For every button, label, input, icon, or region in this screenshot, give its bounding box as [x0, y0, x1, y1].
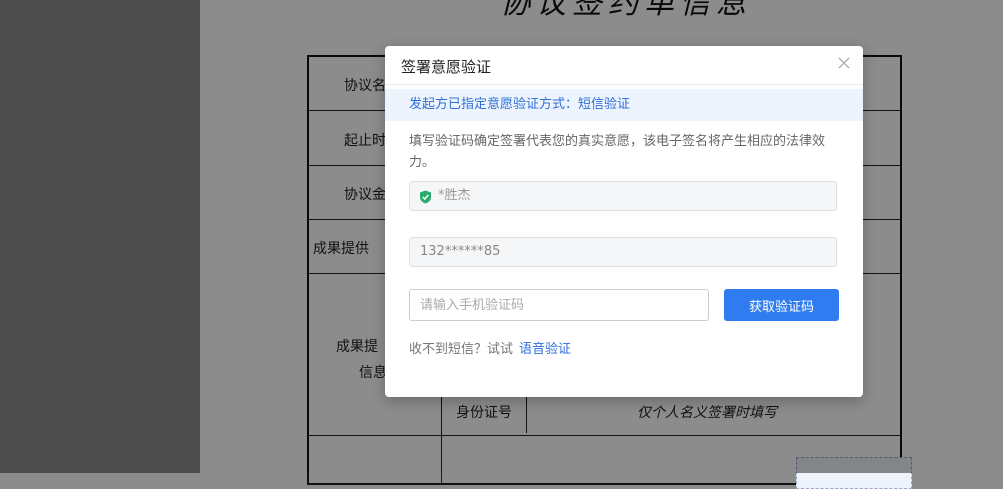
- get-code-button[interactable]: 获取验证码: [724, 289, 839, 321]
- verification-method-notice: 发起方已指定意愿验证方式：短信验证: [385, 89, 863, 121]
- phone-number-field: 132******85: [409, 237, 837, 267]
- verification-dialog: 签署意愿验证 发起方已指定意愿验证方式：短信验证 填写验证码确定签署代表您的真实…: [385, 46, 863, 397]
- shield-check-icon: [420, 190, 431, 204]
- no-sms-text: 收不到短信？试试: [409, 342, 514, 357]
- dialog-title: 签署意愿验证: [401, 58, 492, 76]
- legal-description: 填写验证码确定签署代表您的真实意愿，该电子签名将产生相应的法律效力。: [409, 134, 826, 170]
- close-icon[interactable]: [837, 56, 851, 70]
- dialog-header: 签署意愿验证: [385, 46, 863, 85]
- signer-name-value: *胜杰: [438, 188, 471, 203]
- no-sms-row: 收不到短信？试试 语音验证: [409, 338, 571, 357]
- sms-code-input[interactable]: [409, 289, 709, 321]
- phone-number-value: 132******85: [420, 244, 501, 259]
- voice-verification-link[interactable]: 语音验证: [519, 342, 571, 357]
- signer-name-field: *胜杰: [409, 181, 837, 211]
